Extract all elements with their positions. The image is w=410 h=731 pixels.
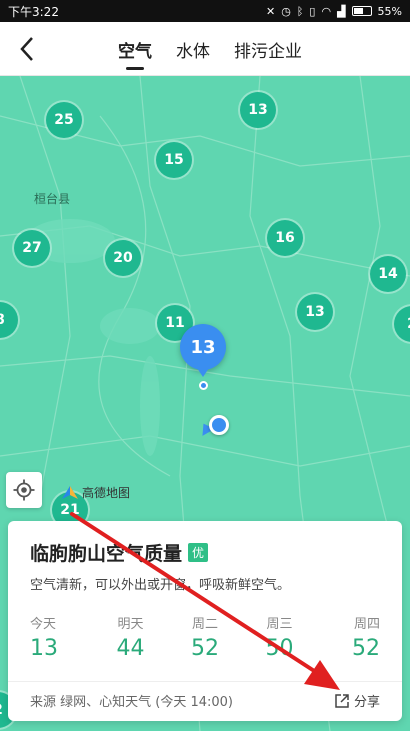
share-label: 分享	[353, 695, 380, 710]
card-title: 临朐朐山空气质量	[30, 543, 183, 565]
tab-air[interactable]: 空气	[118, 22, 152, 76]
air-quality-card: 临朐朐山空气质量 优 空气清新，可以外出或开窗，呼吸新鲜空气。 今天 13 明天…	[8, 521, 402, 721]
forecast-value: 50	[265, 636, 294, 661]
forecast-value: 52	[191, 636, 219, 661]
battery-icon	[351, 6, 372, 16]
tab-bar: 空气 水体 排污企业	[118, 22, 302, 76]
forecast-item: 周三 50	[254, 613, 306, 661]
aqi-marker[interactable]: 25	[46, 102, 82, 138]
top-nav: 空气 水体 排污企业	[0, 22, 410, 76]
aqi-marker[interactable]: 14	[370, 256, 406, 292]
vibrate-icon: ▯	[309, 4, 316, 18]
wifi-icon: ◠	[321, 4, 332, 18]
divider	[8, 681, 402, 682]
selected-station-pin[interactable]: 13	[180, 324, 226, 377]
forecast-item: 今天 13	[30, 613, 82, 661]
forecast-row: 今天 13 明天 44 周二 52 周三 50 周四 52	[30, 613, 380, 661]
status-time: 下午3:22	[8, 4, 59, 19]
forecast-day: 周三	[266, 617, 293, 632]
attribution-text: 高德地图	[82, 486, 131, 500]
forecast-day: 周二	[191, 617, 218, 632]
grade-badge: 优	[188, 543, 209, 562]
aqi-marker[interactable]: 15	[156, 142, 192, 178]
signal-icon: ▟	[337, 4, 346, 18]
source-text: 来源 绿网、心知天气 (今天 14:00)	[30, 695, 234, 710]
forecast-item: 周二 52	[179, 613, 231, 661]
card-footer: 来源 绿网、心知天气 (今天 14:00) 分享	[30, 691, 380, 710]
share-button[interactable]: 分享	[334, 691, 380, 710]
aqi-marker[interactable]: 16	[267, 220, 303, 256]
forecast-day: 今天	[30, 617, 57, 632]
aqi-marker[interactable]: 13	[297, 294, 333, 330]
station-dot	[199, 381, 208, 390]
tab-water[interactable]: 水体	[176, 22, 210, 76]
status-icons: ✕ ◷ ᛒ ▯ ◠ ▟ 55%	[266, 5, 402, 18]
forecast-value: 44	[116, 636, 145, 661]
tab-polluting-enterprises[interactable]: 排污企业	[234, 22, 302, 76]
battery-percent: 55%	[377, 4, 402, 18]
place-label: 桓台县	[34, 192, 71, 206]
bluetooth-icon: ᛒ	[296, 4, 304, 18]
mute-icon: ✕	[265, 4, 276, 18]
crosshair-icon	[13, 479, 35, 501]
locate-button[interactable]	[6, 472, 42, 508]
forecast-item: 明天 44	[105, 613, 157, 661]
map-attribution: 高德地图	[60, 484, 130, 501]
gaode-logo-icon	[62, 485, 78, 499]
alarm-icon: ◷	[281, 4, 291, 18]
card-title-row: 临朐朐山空气质量 优	[30, 539, 380, 566]
chevron-left-icon[interactable]	[12, 32, 42, 66]
current-location-icon	[209, 415, 229, 435]
forecast-day: 周四	[353, 617, 380, 632]
aqi-marker[interactable]: 27	[14, 230, 50, 266]
aqi-marker[interactable]: 20	[105, 240, 141, 276]
forecast-value: 52	[352, 636, 380, 661]
share-icon	[335, 693, 349, 708]
forecast-item: 周四 52	[328, 613, 380, 661]
status-bar: 下午3:22 ✕ ◷ ᛒ ▯ ◠ ▟ 55%	[0, 0, 410, 22]
forecast-day: 明天	[117, 617, 144, 632]
card-description: 空气清新，可以外出或开窗，呼吸新鲜空气。	[30, 578, 291, 593]
forecast-value: 13	[30, 636, 58, 661]
aqi-marker[interactable]: 13	[240, 92, 276, 128]
